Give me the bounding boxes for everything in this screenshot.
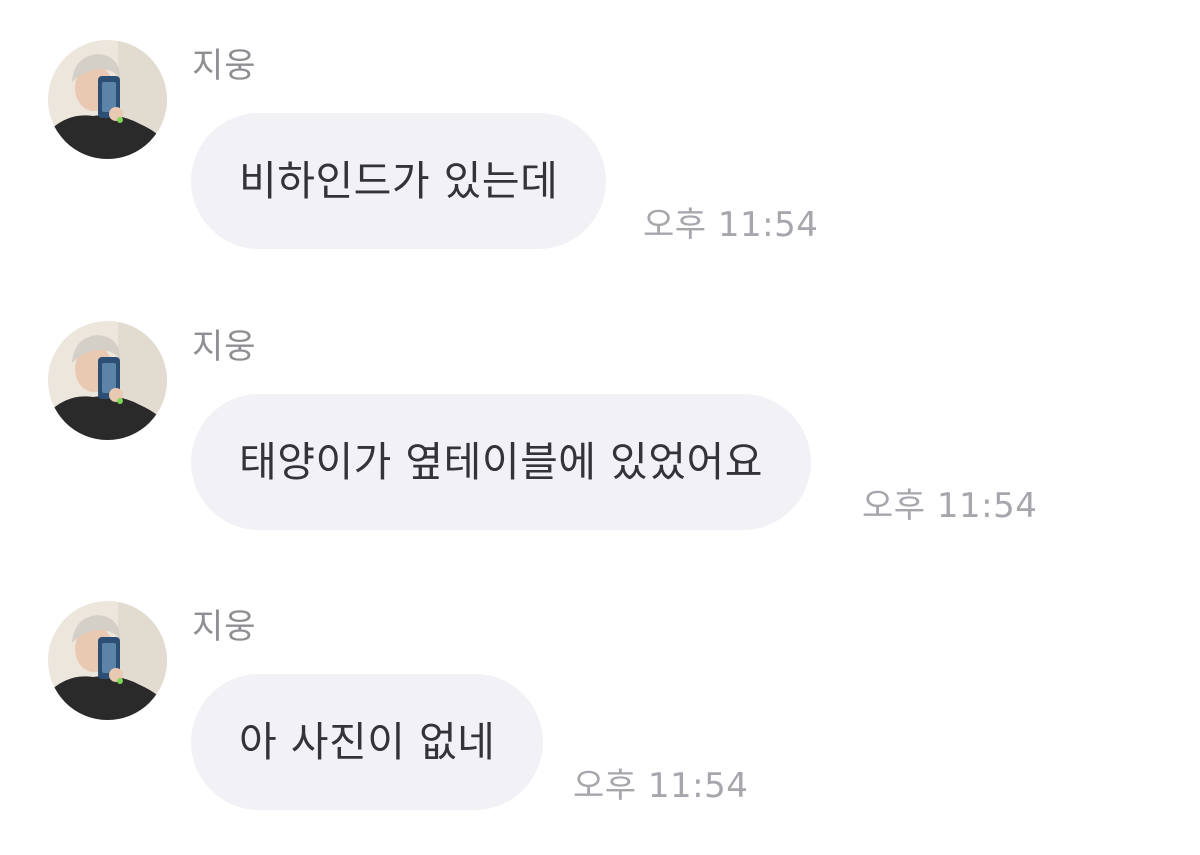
sender-avatar[interactable] [48, 321, 167, 440]
message-group: 지웅 비하인드가 있는데 오후 11:54 [0, 40, 1200, 280]
message-time: 오후 11:54 [862, 486, 1038, 526]
profile-photo-avatar-icon [48, 321, 167, 440]
sender-name: 지웅 [192, 327, 257, 367]
sender-avatar[interactable] [48, 601, 167, 720]
message-bubble[interactable]: 아 사진이 없네 [191, 674, 544, 810]
sender-avatar[interactable] [48, 40, 167, 159]
message-group: 지웅 태양이가 옆테이블에 있었어요 오후 11:54 [0, 321, 1200, 561]
message-time: 오후 11:54 [573, 766, 749, 806]
profile-photo-avatar-icon [48, 601, 167, 720]
sender-name: 지웅 [192, 607, 257, 647]
chat-message-list: 지웅 비하인드가 있는데 오후 11:54 지웅 태양이가 옆테이블에 있었어요… [0, 0, 1200, 855]
message-group: 지웅 아 사진이 없네 오후 11:54 [0, 601, 1200, 841]
message-bubble[interactable]: 태양이가 옆테이블에 있었어요 [191, 394, 811, 530]
sender-name: 지웅 [192, 46, 257, 86]
profile-photo-avatar-icon [48, 40, 167, 159]
message-bubble[interactable]: 비하인드가 있는데 [191, 113, 607, 249]
message-time: 오후 11:54 [643, 205, 819, 245]
